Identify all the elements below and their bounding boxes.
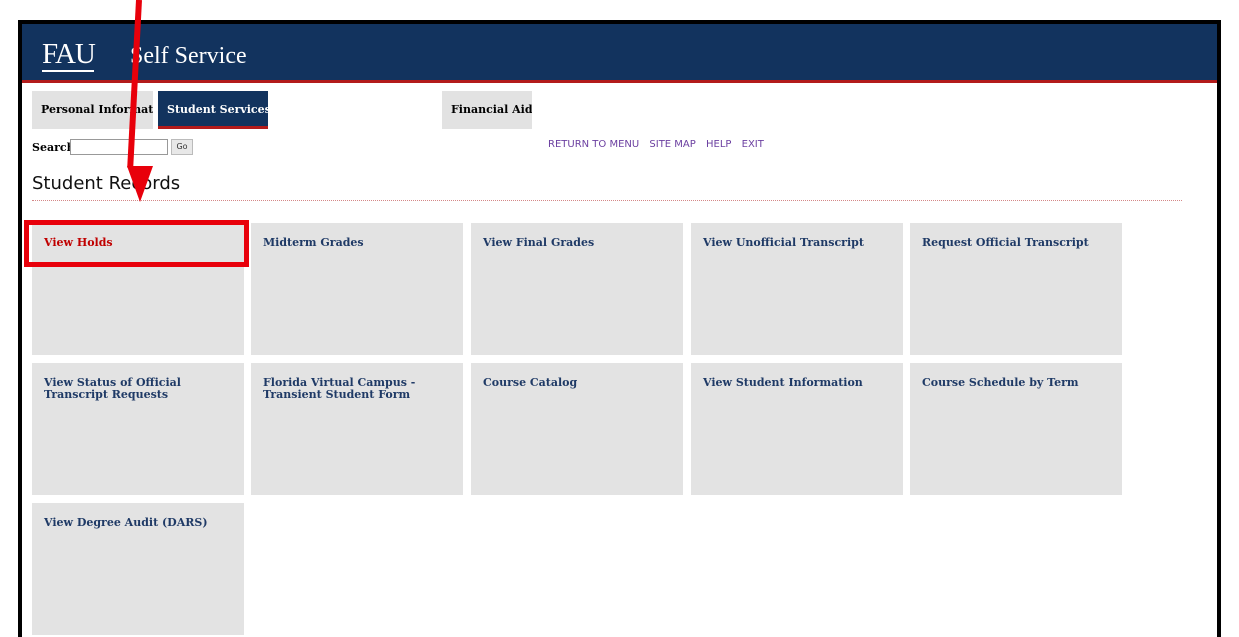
tile-florida-virtual-campus[interactable]: Florida Virtual Campus - Transient Stude… [251,363,463,495]
return-to-menu-link[interactable]: RETURN TO MENU [548,139,639,150]
tile-view-final-grades[interactable]: View Final Grades [471,223,683,355]
site-map-link[interactable]: SITE MAP [649,139,695,150]
tile-view-student-information[interactable]: View Student Information [691,363,903,495]
tab-student-services[interactable]: Student Services [158,91,268,129]
site-title: Self Service [130,43,247,69]
exit-link[interactable]: EXIT [742,139,764,150]
tile-course-catalog[interactable]: Course Catalog [471,363,683,495]
tab-financial-aid[interactable]: Financial Aid [442,91,532,129]
tile-view-holds[interactable]: View Holds [32,223,244,355]
search-input[interactable] [70,139,168,155]
title-divider [32,200,1182,201]
tile-midterm-grades[interactable]: Midterm Grades [251,223,463,355]
page-title: Student Records [32,173,181,194]
tile-view-unofficial-transcript[interactable]: View Unofficial Transcript [691,223,903,355]
search-label: Search [32,141,75,154]
logo-underline [42,70,94,72]
help-link[interactable]: HELP [706,139,731,150]
tile-request-official-transcript[interactable]: Request Official Transcript [910,223,1122,355]
tile-course-schedule-by-term[interactable]: Course Schedule by Term [910,363,1122,495]
annotation-arrow-head [127,166,153,202]
fau-logo[interactable]: FAU [42,38,96,71]
tile-view-status-official-transcript[interactable]: View Status of Official Transcript Reque… [32,363,244,495]
top-links: RETURN TO MENU SITE MAP HELP EXIT [548,139,771,150]
search-go-button[interactable]: Go [171,139,193,155]
site-header: FAU Self Service [22,24,1217,83]
browser-frame: FAU Self Service Personal Information St… [18,20,1221,637]
tile-view-degree-audit[interactable]: View Degree Audit (DARS) [32,503,244,635]
